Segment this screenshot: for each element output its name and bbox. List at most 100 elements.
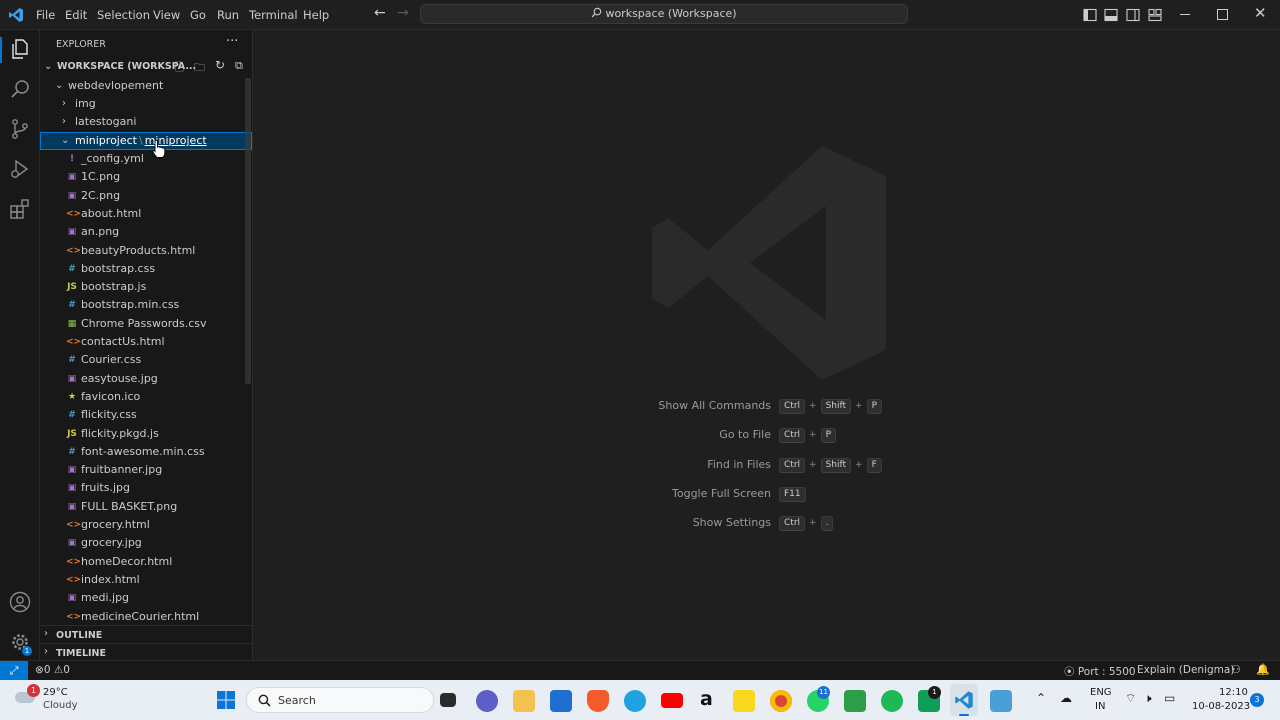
stocks-icon[interactable] bbox=[844, 690, 866, 712]
toggle-panel-icon[interactable] bbox=[1103, 7, 1119, 23]
extensions-icon[interactable] bbox=[8, 197, 32, 221]
tree-file-item[interactable]: <> beautyProducts.html bbox=[40, 242, 252, 260]
file-type-icon: # bbox=[68, 355, 76, 366]
tree-file-item[interactable]: ▣ 1C.png bbox=[40, 168, 252, 186]
taskbar-search[interactable]: Search bbox=[246, 687, 434, 713]
file-label: 1C.png bbox=[81, 170, 121, 184]
tree-file-item[interactable]: ▣ fruits.jpg bbox=[40, 479, 252, 497]
teams-meet-icon[interactable] bbox=[476, 690, 498, 712]
menu-selection[interactable]: Selection bbox=[97, 8, 150, 22]
problems-indicator[interactable]: ⊗0 ⚠0 bbox=[35, 664, 70, 676]
language-in[interactable]: IN bbox=[1095, 701, 1105, 712]
explorer-scrollbar[interactable] bbox=[245, 78, 251, 384]
amazon-icon[interactable]: a bbox=[700, 688, 713, 710]
brave-browser-icon[interactable] bbox=[587, 690, 609, 712]
explain-denigma[interactable]: Explain (Denigma) bbox=[1137, 664, 1234, 676]
tree-file-item[interactable]: ▣ medi.jpg bbox=[40, 589, 252, 607]
tree-file-item[interactable]: JS bootstrap.js bbox=[40, 278, 252, 296]
file-explorer-icon[interactable] bbox=[513, 690, 535, 712]
tree-file-item[interactable]: ▣ FULL BASKET.png bbox=[40, 498, 252, 516]
menu-view[interactable]: View bbox=[153, 8, 180, 22]
task-view-icon[interactable] bbox=[440, 693, 456, 707]
timeline-section-header[interactable]: › TIMELINE bbox=[40, 643, 252, 660]
chrome-browser-icon[interactable] bbox=[770, 690, 792, 712]
command-center-search[interactable]: workspace (Workspace) bbox=[420, 4, 908, 24]
source-control-icon[interactable] bbox=[8, 117, 32, 141]
windows-start-icon[interactable] bbox=[216, 690, 236, 710]
weather-widget[interactable]: 1 bbox=[15, 684, 40, 707]
editor-area[interactable]: Show All Commands Ctrl + Shift + P Go to File C… bbox=[253, 30, 1280, 660]
tree-file-item[interactable]: <> contactUs.html bbox=[40, 333, 252, 351]
tree-file-item[interactable]: # flickity.css bbox=[40, 406, 252, 424]
workspace-header[interactable]: ⌄ WORKSPACE (WORKSPA... 🗋 🗀 ↻ ⧉ bbox=[40, 58, 252, 76]
explorer-more-actions[interactable]: ··· bbox=[226, 34, 238, 49]
tree-folder-webdevlopement[interactable]: ⌄ webdevlopement bbox=[40, 77, 252, 95]
tree-file-item[interactable]: <> index.html bbox=[40, 571, 252, 589]
key-plus: + bbox=[809, 459, 817, 470]
new-file-icon[interactable]: 🗋 bbox=[175, 59, 184, 78]
refresh-icon[interactable]: ↻ bbox=[215, 58, 225, 72]
tree-file-item[interactable]: ★ favicon.ico bbox=[40, 388, 252, 406]
menu-edit[interactable]: Edit bbox=[65, 8, 87, 22]
minimize-window-icon[interactable] bbox=[1180, 14, 1190, 15]
tree-file-item[interactable]: <> about.html bbox=[40, 205, 252, 223]
tree-folder-img[interactable]: › img bbox=[40, 95, 252, 113]
notification-count-badge[interactable]: 3 bbox=[1250, 693, 1264, 707]
volume-icon[interactable]: 🕨 bbox=[1144, 691, 1152, 706]
tree-file-item[interactable]: <> homeDecor.html bbox=[40, 553, 252, 571]
remote-indicator-icon[interactable]: ⤢ bbox=[0, 661, 28, 680]
battery-icon[interactable]: ▭ bbox=[1164, 691, 1175, 705]
youtube-icon[interactable] bbox=[661, 693, 683, 708]
live-server-port[interactable]: ⦿ Port : 5500 bbox=[1064, 664, 1136, 679]
spotify-icon[interactable] bbox=[881, 690, 903, 712]
menu-help[interactable]: Help bbox=[303, 8, 329, 22]
tree-file-item[interactable]: # Courier.css bbox=[40, 351, 252, 369]
tree-file-item[interactable]: <> grocery.html bbox=[40, 516, 252, 534]
explorer-files-icon[interactable] bbox=[8, 37, 32, 61]
show-hidden-icons-chevron-icon[interactable]: ⌃ bbox=[1036, 691, 1046, 705]
tree-file-item[interactable]: # bootstrap.css bbox=[40, 260, 252, 278]
tree-file-item[interactable]: ▣ grocery.jpg bbox=[40, 534, 252, 552]
new-folder-icon[interactable]: 🗀 bbox=[194, 59, 205, 78]
menu-file[interactable]: File bbox=[36, 8, 55, 22]
tree-file-item[interactable]: ▣ easytouse.jpg bbox=[40, 370, 252, 388]
accounts-feedback-icon[interactable]: ⚇ bbox=[1231, 663, 1241, 676]
tree-file-item[interactable]: <> medicineCourier.html bbox=[40, 608, 252, 626]
accounts-icon[interactable] bbox=[8, 590, 32, 614]
tree-file-item[interactable]: ▣ 2C.png bbox=[40, 187, 252, 205]
vscode-taskbar-active[interactable] bbox=[950, 684, 978, 716]
toggle-primary-sidebar-icon[interactable] bbox=[1082, 7, 1098, 23]
menu-run[interactable]: Run bbox=[217, 8, 239, 22]
clock-time[interactable]: 12:10 bbox=[1219, 687, 1248, 698]
collapse-all-icon[interactable]: ⧉ bbox=[235, 59, 243, 73]
close-window-icon[interactable]: ✕ bbox=[1254, 4, 1267, 22]
tree-folder-latestogani[interactable]: › latestogani bbox=[40, 113, 252, 131]
onedrive-cloud-icon[interactable]: ☁ bbox=[1060, 691, 1072, 705]
toggle-secondary-sidebar-icon[interactable] bbox=[1125, 7, 1141, 23]
snipping-tool-icon[interactable] bbox=[990, 690, 1012, 712]
language-eng[interactable]: ENG bbox=[1090, 687, 1112, 698]
tree-file-item[interactable]: ▦ Chrome Passwords.csv bbox=[40, 315, 252, 333]
outline-section-header[interactable]: › OUTLINE bbox=[40, 625, 252, 644]
microsoft-store-icon[interactable] bbox=[550, 690, 572, 712]
tree-file-item[interactable]: # bootstrap.min.css bbox=[40, 296, 252, 314]
tree-file-item[interactable]: # font-awesome.min.css bbox=[40, 443, 252, 461]
wifi-icon[interactable]: ⌔ bbox=[1125, 691, 1136, 706]
flipkart-icon[interactable] bbox=[733, 690, 755, 712]
menu-go[interactable]: Go bbox=[190, 8, 206, 22]
tree-file-item[interactable]: ▣ an.png bbox=[40, 223, 252, 241]
tree-folder-miniproject[interactable]: ⌄ miniproject \ miniproject bbox=[40, 132, 252, 158]
notifications-bell-icon[interactable]: 🔔 bbox=[1256, 663, 1270, 676]
search-view-icon[interactable] bbox=[8, 77, 32, 101]
tree-file-item[interactable]: ▣ fruitbanner.jpg bbox=[40, 461, 252, 479]
tree-file-item[interactable]: JS flickity.pkgd.js bbox=[40, 425, 252, 443]
back-arrow-icon[interactable]: ← bbox=[374, 5, 386, 21]
clock-date[interactable]: 10-08-2023 bbox=[1192, 701, 1250, 712]
customize-layout-icon[interactable] bbox=[1147, 7, 1163, 23]
edge-browser-icon[interactable] bbox=[624, 690, 646, 712]
tree-file-item[interactable]: ! _config.yml bbox=[40, 150, 252, 168]
maximize-window-icon[interactable] bbox=[1217, 9, 1228, 20]
forward-arrow-icon[interactable]: → bbox=[397, 5, 409, 21]
run-and-debug-icon[interactable] bbox=[8, 157, 32, 181]
menu-terminal[interactable]: Terminal bbox=[249, 8, 298, 22]
